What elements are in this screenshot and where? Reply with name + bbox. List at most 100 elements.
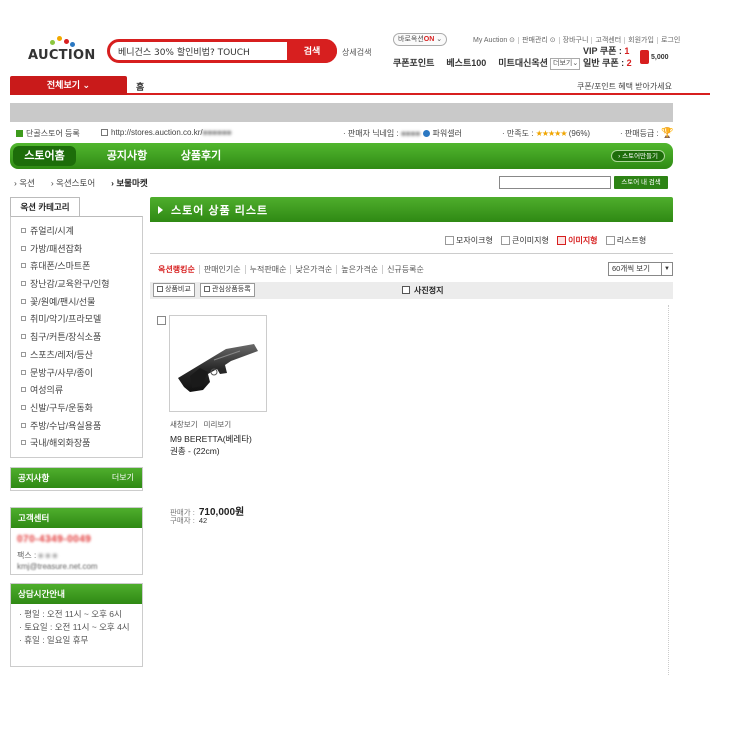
notice-more-link[interactable]: 더보기 xyxy=(112,468,134,488)
store-search-input[interactable] xyxy=(499,176,611,189)
sort-ranking[interactable]: 옥션랭킹순 xyxy=(158,265,199,274)
category-item[interactable]: 여성의류 xyxy=(21,382,142,400)
compare-button[interactable]: 상품비교 xyxy=(153,283,195,297)
category-item[interactable]: 주방/수납/욕실용품 xyxy=(21,418,142,436)
notice-title: 공지사항 xyxy=(18,473,50,483)
satisfaction-pct: (96%) xyxy=(568,129,591,138)
bullet-icon xyxy=(21,404,26,410)
category-label: 스포츠/레저/등산 xyxy=(30,349,93,360)
util-join[interactable]: 회원가입 xyxy=(624,37,657,44)
tab-notice[interactable]: 공지사항 xyxy=(92,148,162,165)
breadcrumb-item[interactable]: › 옥션 xyxy=(14,178,43,188)
baro-auction-toggle[interactable]: 바로옥션ON ⌄ xyxy=(393,33,448,46)
link-meat[interactable]: 미트대신옥션 xyxy=(498,58,548,68)
new-window-link[interactable]: 새창보기 xyxy=(170,420,198,429)
tab-store-home[interactable]: 스토어홈 xyxy=(13,146,76,166)
detail-search-link[interactable]: 상세검색 xyxy=(342,47,371,58)
util-cs[interactable]: 고객센터 xyxy=(591,37,625,44)
view-mosaic[interactable]: 모자이크형 xyxy=(445,235,493,246)
category-item[interactable]: 문방구/사무/종이 xyxy=(21,365,142,383)
cs-header: 고객센터 xyxy=(11,508,142,528)
category-tab[interactable]: 옥션 카테고리 xyxy=(10,197,80,217)
sort-low-price[interactable]: 낮은가격순 xyxy=(290,265,337,274)
sort-popular[interactable]: 판매인기순 xyxy=(198,265,245,274)
seller-label: 판매자 닉네임 : xyxy=(347,129,399,138)
view-mode-label: 이미지형 xyxy=(568,236,598,245)
home-link[interactable]: 홈 xyxy=(136,80,144,93)
hours-title: 상담시간안내 xyxy=(18,589,65,599)
category-item[interactable]: 국내/해외화장품 xyxy=(21,435,142,453)
auction-logo[interactable]: AUCTION xyxy=(28,36,95,66)
image-grid-icon xyxy=(557,236,567,245)
add-interest-button[interactable]: 관심상품등록 xyxy=(200,283,255,297)
category-item[interactable]: 스포츠/레저/등산 xyxy=(21,347,142,365)
normal-coupon-count: 2 xyxy=(626,58,632,68)
util-login[interactable]: 로그인 xyxy=(656,37,684,44)
breadcrumb-item[interactable]: › 옥션스토어 xyxy=(51,178,103,188)
view-big-image[interactable]: 큰이미지형 xyxy=(501,235,549,246)
more-select[interactable]: 더보기⌄ xyxy=(550,58,580,70)
view-list[interactable]: 리스트형 xyxy=(605,235,646,246)
category-item[interactable]: 침구/커튼/장식소품 xyxy=(21,329,142,347)
coupon-price-badge[interactable]: 5,000 xyxy=(640,50,680,66)
util-my-auction[interactable]: My Auction ⊙ xyxy=(470,37,518,44)
util-cart[interactable]: 장바구니 xyxy=(558,37,592,44)
search-button[interactable]: 검색 xyxy=(287,39,337,63)
bullet-icon xyxy=(21,440,26,446)
per-page-select[interactable]: 60개씩 보기 ▼ xyxy=(608,262,673,276)
util-sales[interactable]: 판매관리 ⊙ xyxy=(518,37,559,44)
plus-icon xyxy=(16,130,23,137)
all-categories-button[interactable]: 전체보기 ⌄ xyxy=(10,76,127,95)
category-bar: 전체보기 ⌄ 홈 쿠폰/포인트 혜택 받아가세요 xyxy=(10,76,710,95)
search-input[interactable] xyxy=(118,45,288,58)
product-subtitle[interactable]: 권총 - (22cm) xyxy=(170,445,220,457)
tab-review[interactable]: 상품후기 xyxy=(166,148,236,165)
cs-fax: 팩스 : ● ● ● xyxy=(17,551,58,560)
category-item[interactable]: 꽃/원예/팬시/선물 xyxy=(21,294,142,312)
vip-coupon[interactable]: VIP 쿠폰 : 1 xyxy=(583,45,632,57)
sort-newest[interactable]: 신규등록순 xyxy=(382,265,428,274)
breadcrumb-current: › 보물마켓 xyxy=(111,178,148,188)
category-label: 취미/악기/프라모델 xyxy=(30,314,102,325)
view-image[interactable]: 이미지형 xyxy=(557,235,598,246)
product-checkbox[interactable] xyxy=(157,316,166,325)
category-item[interactable]: 쥬얼리/시계 xyxy=(21,223,142,241)
interest-label: 관심상품등록 xyxy=(212,286,251,293)
category-item[interactable]: 장난감/교육완구/인형 xyxy=(21,276,142,294)
store-search-button[interactable]: 스토어 내 검색 xyxy=(614,176,668,189)
category-item[interactable]: 신발/구두/운동화 xyxy=(21,400,142,418)
link-coupon-point[interactable]: 쿠폰포인트 xyxy=(393,58,434,68)
store-url: http://stores.auction.co.kr/●●●●●● xyxy=(101,128,232,137)
category-item[interactable]: 가방/패션잡화 xyxy=(21,241,142,259)
sort-high-price[interactable]: 높은가격순 xyxy=(336,265,383,274)
stop-photo-toggle[interactable]: 사진정지 xyxy=(402,285,443,296)
preview-link[interactable]: 미리보기 xyxy=(204,420,232,429)
check-icon xyxy=(157,286,163,292)
breadcrumb: › 옥션 › 옥션스토어 › 보물마켓 xyxy=(14,177,164,189)
link-best100[interactable]: 베스트100 xyxy=(446,58,486,68)
sort-cumulative[interactable]: 누적판매순 xyxy=(244,265,291,274)
product-list-title: 스토어 상품 리스트 xyxy=(171,205,269,217)
view-mode-label: 큰이미지형 xyxy=(512,236,549,245)
baro-state: ON xyxy=(423,36,435,43)
category-item[interactable]: 취미/악기/프라모델 xyxy=(21,311,142,329)
coupon-promo-link[interactable]: 쿠폰/포인트 혜택 받아가세요 xyxy=(577,81,672,92)
category-label: 국내/해외화장품 xyxy=(30,438,91,449)
cs-phone: 070-4349-0049 xyxy=(17,534,92,545)
category-label: 신발/구두/운동화 xyxy=(30,402,93,413)
fav-store-button[interactable]: 단골스토어 등록 xyxy=(16,128,80,139)
hours-holiday: · 휴일 : 일요일 휴무 xyxy=(19,635,89,645)
product-name[interactable]: M9 BERETTA(베레타) xyxy=(170,433,252,445)
make-store-button[interactable]: › 스토어만들기 xyxy=(611,150,665,162)
category-label: 장난감/교육완구/인형 xyxy=(30,279,110,290)
normal-coupon[interactable]: 일반 쿠폰 : 2 xyxy=(583,57,632,69)
house-icon xyxy=(101,129,108,136)
banner-placeholder xyxy=(10,103,673,122)
category-item[interactable]: 휴대폰/스마트폰 xyxy=(21,258,142,276)
product-image[interactable] xyxy=(169,315,267,412)
bullet-icon xyxy=(21,387,26,393)
bullet-icon xyxy=(21,263,26,269)
sort-options: 옥션랭킹순 판매인기순 누적판매순 낮은가격순 높은가격순 신규등록순 xyxy=(158,264,428,275)
category-label: 침구/커튼/장식소품 xyxy=(30,332,102,343)
buyers-count: 42 xyxy=(198,516,208,525)
